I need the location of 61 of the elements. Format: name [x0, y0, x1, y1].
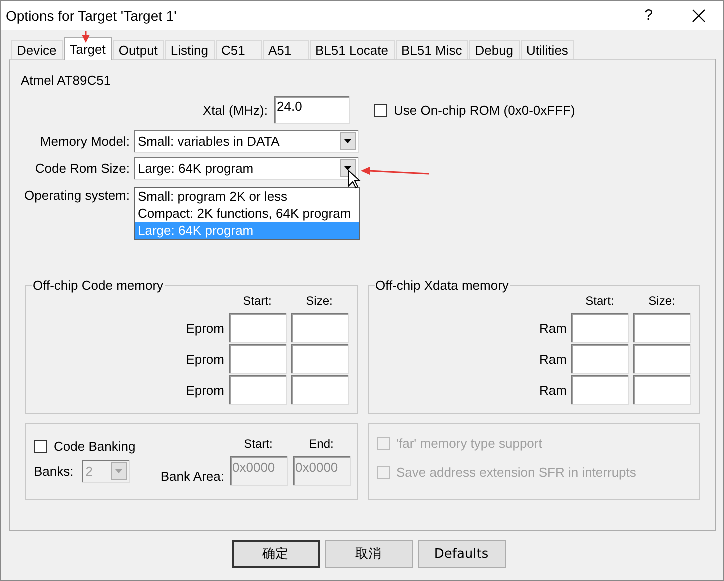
- tab[interactable]: Output: [112, 40, 164, 59]
- column-header: Start:: [243, 437, 274, 453]
- field-label: Eprom: [185, 352, 224, 366]
- field-label: Memory Model:: [39, 134, 130, 148]
- field-label: Code Rom Size:: [34, 160, 130, 176]
- tab[interactable]: BL51 Locate: [310, 40, 395, 59]
- field-label: Operating system:: [24, 188, 130, 202]
- dialog-button[interactable]: 确定: [232, 540, 320, 568]
- input-field[interactable]: [290, 375, 348, 405]
- input-field[interactable]: [571, 344, 629, 374]
- input-field[interactable]: [228, 313, 286, 343]
- checkbox-label: Save address extension SFR in interrupts: [396, 465, 636, 480]
- tab[interactable]: Utilities: [520, 40, 574, 59]
- dialog-button[interactable]: Defaults: [418, 540, 506, 568]
- dropdown-option[interactable]: Compact: 2K functions, 64K program: [135, 205, 359, 222]
- checkbox-label: Code Banking: [54, 438, 136, 454]
- tab[interactable]: Target: [64, 37, 112, 60]
- tab[interactable]: C51: [216, 40, 262, 59]
- column-header: Start:: [584, 294, 616, 310]
- input-field[interactable]: [633, 375, 691, 405]
- xtal-field[interactable]: 24.0: [274, 96, 350, 124]
- window-title: Options for Target 'Target 1': [6, 8, 177, 24]
- dialog-button[interactable]: 取消: [324, 540, 412, 568]
- field-label: Banks:: [34, 464, 74, 478]
- arrow-annotation: [361, 167, 431, 177]
- help-button[interactable]: ?: [644, 7, 653, 24]
- input-field[interactable]: [571, 313, 629, 343]
- code-rom-size-dropdown[interactable]: Large: 64K program: [134, 156, 359, 180]
- dropdown-option[interactable]: Small: program 2K or less: [135, 188, 359, 205]
- input-field[interactable]: [571, 375, 629, 405]
- field-label: Eprom: [185, 382, 224, 398]
- arrow-annotation: [81, 31, 91, 43]
- field-label: Ram: [538, 352, 567, 366]
- column-header: Size:: [648, 294, 676, 310]
- input-field[interactable]: [228, 344, 286, 374]
- field-label: Bank Area:: [160, 469, 224, 486]
- field-label: Eprom: [185, 320, 224, 336]
- tab[interactable]: A51: [262, 40, 308, 59]
- input-field[interactable]: [228, 375, 286, 405]
- field-label: Xtal (MHz):: [202, 102, 268, 118]
- checkbox-label: 'far' memory type support: [396, 436, 542, 451]
- input-field[interactable]: [290, 313, 348, 343]
- tab[interactable]: Device: [11, 40, 63, 59]
- tab[interactable]: Debug: [469, 40, 520, 59]
- input-field[interactable]: [290, 344, 348, 374]
- field-label: Ram: [538, 320, 567, 336]
- checkbox-label: Use On-chip ROM (0x0-0xFFF): [394, 102, 576, 118]
- tab[interactable]: Listing: [164, 40, 214, 59]
- field-label: Ram: [538, 382, 567, 398]
- memory-model-dropdown[interactable]: Small: variables in DATA: [134, 130, 359, 152]
- column-header: Start:: [242, 294, 273, 310]
- input-field[interactable]: [633, 313, 691, 343]
- input-field[interactable]: [633, 344, 691, 374]
- column-header: Size:: [305, 294, 334, 310]
- close-icon[interactable]: [691, 8, 707, 24]
- device-name: Atmel AT89C51: [21, 73, 112, 89]
- column-header: End:: [308, 437, 335, 453]
- checkbox[interactable]: [374, 104, 387, 116]
- group-title: Off-chip Xdata memory: [374, 278, 510, 293]
- group-title: Off-chip Code memory: [32, 278, 165, 293]
- tab[interactable]: BL51 Misc: [396, 40, 468, 59]
